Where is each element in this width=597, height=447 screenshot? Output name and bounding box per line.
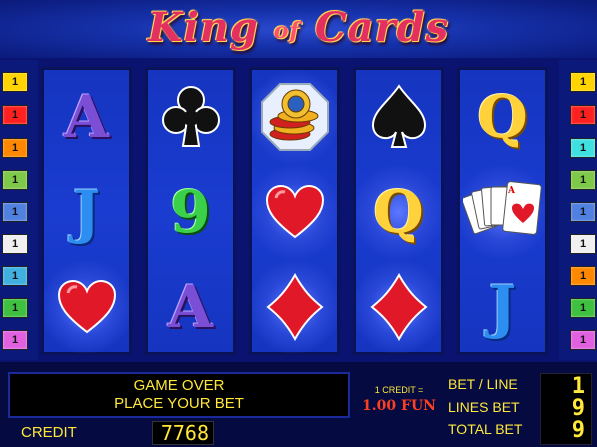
symbol-q-letter: Q	[373, 178, 424, 246]
bet-per-line-label: BET / LINE	[448, 376, 518, 392]
diamond-icon	[369, 273, 428, 341]
credit-display: 7768	[152, 421, 214, 445]
heart-icon	[264, 183, 326, 241]
diamond-icon	[265, 273, 324, 341]
right-payline-badge-2: 1	[570, 105, 596, 125]
total-bet-value: 9	[571, 418, 585, 443]
reel-1-symbol-2: J	[44, 165, 129, 259]
game-logo: King of Cards	[0, 4, 597, 51]
bet-per-line-value: 1	[571, 374, 585, 399]
left-payline-badge-5: 1	[2, 202, 28, 222]
denomination-value: 1.00 FUN	[362, 398, 436, 414]
reel-5-symbol-3: J	[460, 260, 545, 354]
reel-2: 9A	[145, 67, 236, 355]
total-bet-label: TOTAL BET	[448, 421, 523, 437]
symbol-9-letter: 9	[170, 178, 211, 246]
message-line-2: PLACE YOUR BET	[114, 395, 244, 412]
credit-label: CREDIT	[21, 424, 77, 441]
right-payline-badge-8: 1	[570, 298, 596, 318]
symbol-j-letter: J	[488, 273, 517, 341]
credit-value: 7768	[160, 421, 209, 445]
reel-1: AJ	[41, 67, 132, 355]
reel-5: Q A J	[457, 67, 548, 355]
symbol-j-letter: J	[72, 178, 101, 246]
reel-5-symbol-2: A	[460, 165, 545, 259]
right-payline-badge-3: 1	[570, 138, 596, 158]
reel-5-symbol-1: Q	[460, 70, 545, 164]
reel-3-symbol-3	[252, 260, 337, 354]
logo-word-king: King	[147, 4, 259, 51]
lines-bet-value: 9	[571, 396, 585, 421]
club-icon	[161, 84, 221, 150]
right-payline-badge-4: 1	[570, 170, 596, 190]
left-payline-badge-9: 1	[2, 330, 28, 350]
right-payline-badge-1: 1	[570, 72, 596, 92]
reel-2-symbol-3: A	[148, 260, 233, 354]
reel-1-symbol-1: A	[44, 70, 129, 164]
title-bar: King of Cards	[0, 0, 597, 58]
left-payline-badge-1: 1	[2, 72, 28, 92]
reel-2-symbol-2: 9	[148, 165, 233, 259]
chips-icon	[260, 82, 330, 152]
reel-4: Q	[353, 67, 444, 355]
logo-word-cards: Cards	[314, 4, 450, 51]
right-payline-badge-9: 1	[570, 330, 596, 350]
symbol-a-letter: A	[167, 273, 213, 341]
symbol-q-letter: Q	[477, 83, 528, 151]
reel-3	[249, 67, 340, 355]
left-payline-badge-7: 1	[2, 266, 28, 286]
reel-3-symbol-2	[252, 165, 337, 259]
symbol-a-letter: A	[63, 83, 109, 151]
reel-4-symbol-1	[356, 70, 441, 164]
bet-display: 1 9 9	[540, 373, 592, 445]
lines-bet-label: LINES BET	[448, 399, 520, 415]
left-payline-badge-3: 1	[2, 138, 28, 158]
left-payline-badge-4: 1	[2, 170, 28, 190]
right-payline-badge-6: 1	[570, 234, 596, 254]
reel-3-symbol-1	[252, 70, 337, 164]
reel-4-symbol-3	[356, 260, 441, 354]
spade-icon	[369, 83, 429, 151]
cards-icon: A	[462, 179, 543, 245]
left-payline-badge-8: 1	[2, 298, 28, 318]
left-payline-badge-2: 1	[2, 105, 28, 125]
right-payline-badge-7: 1	[570, 266, 596, 286]
logo-word-of: of	[273, 18, 300, 44]
reel-2-symbol-1	[148, 70, 233, 164]
reel-1-symbol-3	[44, 260, 129, 354]
message-box: GAME OVER PLACE YOUR BET	[8, 372, 350, 418]
svg-text:A: A	[507, 186, 516, 196]
reel-4-symbol-2: Q	[356, 165, 441, 259]
heart-icon	[56, 278, 118, 336]
left-payline-badge-6: 1	[2, 234, 28, 254]
message-line-1: GAME OVER	[133, 377, 225, 394]
right-payline-badge-5: 1	[570, 202, 596, 222]
denomination-label: 1 CREDIT =	[374, 385, 424, 395]
